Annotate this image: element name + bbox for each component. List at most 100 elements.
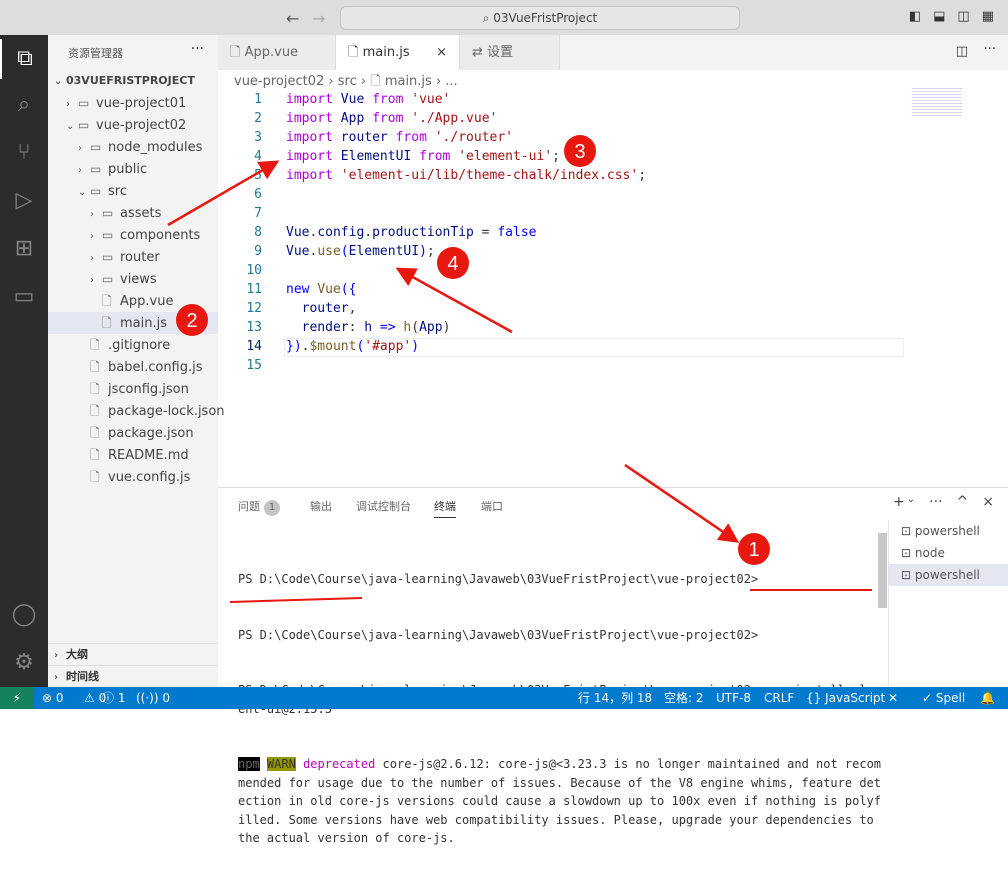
folder-item[interactable]: › ▭ components — [48, 224, 218, 246]
terminal-item[interactable]: ⊡ node — [889, 542, 1008, 564]
maximize-panel-button[interactable]: ^ — [957, 494, 969, 510]
terminal-line: PS D:\Code\Course\java-learning\Javaweb\… — [238, 572, 759, 586]
code-token: '#app' — [364, 339, 412, 354]
notifications-bell-icon[interactable]: 🔔 — [980, 687, 995, 709]
code-line: render: h => h(App) — [286, 320, 451, 335]
account-icon[interactable]: ◯ — [0, 595, 48, 635]
tab-settings[interactable]: ⇄ 设置 — [460, 35, 560, 70]
tab-problems[interactable]: 问题 1 — [238, 498, 280, 516]
back-button[interactable]: ← — [286, 9, 299, 28]
folder-item[interactable]: › ▭ vue-project01 — [48, 92, 218, 114]
spell-check[interactable]: ✓ Spell — [922, 687, 965, 709]
close-icon[interactable]: × — [436, 35, 447, 70]
toggle-sidebar-icon[interactable]: ◧ — [909, 9, 921, 24]
outline-section[interactable]: › 大纲 — [48, 643, 218, 665]
tab-terminal[interactable]: 终端 — [434, 498, 456, 518]
minimap[interactable] — [912, 88, 962, 118]
breadcrumb: vue-project02 › src › 🗋 main.js › ... — [234, 74, 458, 89]
folder-item[interactable]: › ▭ public — [48, 158, 218, 180]
source-control-icon[interactable]: ⑂ — [0, 133, 48, 173]
tab-output[interactable]: 输出 — [310, 498, 332, 514]
search-icon[interactable]: ⌕ — [0, 85, 48, 125]
item-label: views — [120, 272, 157, 287]
file-item[interactable]: 🗋 jsconfig.json — [48, 378, 218, 400]
folder-item[interactable]: › ▭ node_modules — [48, 136, 218, 158]
command-center-search[interactable]: ⌕ 03VueFristProject — [340, 6, 740, 30]
remote-button[interactable]: ⚡ — [0, 687, 34, 709]
code-token: ; — [426, 244, 435, 259]
folder-item[interactable]: ⌄ 03VUEFRISTPROJECT — [48, 70, 218, 92]
breadcrumb-item[interactable]: main.js — [385, 74, 432, 89]
breadcrumb-item[interactable]: vue-project02 — [234, 74, 324, 89]
file-item[interactable]: 🗋 README.md — [48, 444, 218, 466]
file-item[interactable]: 🗋 App.vue — [48, 290, 218, 312]
code-line: Vue.use(ElementUI); — [286, 244, 435, 259]
line-number: 11 — [246, 282, 262, 297]
search-text: 03VueFristProject — [493, 11, 598, 25]
code-token: './App.vue' — [411, 111, 498, 126]
errors-indicator[interactable]: ⊗ 0 — [42, 687, 64, 709]
copilot-icon[interactable]: ✕ — [888, 687, 898, 709]
language-mode[interactable]: {} JavaScript — [806, 687, 885, 709]
line-number: 10 — [246, 263, 262, 278]
file-item[interactable]: 🗋 vue.config.js — [48, 466, 218, 488]
file-item[interactable]: 🗋 babel.config.js — [48, 356, 218, 378]
npm-tag: npm — [238, 757, 260, 771]
info-indicator[interactable]: ⓘ 1 — [102, 687, 125, 709]
code-token: from — [372, 111, 412, 126]
item-label: router — [120, 250, 160, 265]
chevron-down-icon[interactable]: ⌄ — [907, 494, 915, 510]
folder-item[interactable]: › ▭ assets — [48, 202, 218, 224]
code-token: ({ — [340, 282, 357, 297]
tab-app-vue[interactable]: 🗋 App.vue — [218, 35, 336, 70]
file-item[interactable]: 🗋 package.json — [48, 422, 218, 444]
tab-debug-console[interactable]: 调试控制台 — [356, 498, 411, 514]
more-actions-icon[interactable]: ··· — [984, 42, 996, 57]
folder-icon: ▭ — [102, 250, 114, 264]
forward-button[interactable]: → — [312, 9, 325, 28]
remote-explorer-icon[interactable]: ▭ — [0, 277, 48, 317]
item-label: vue.config.js — [108, 470, 191, 485]
file-item[interactable]: 🗋 package-lock.json — [48, 400, 225, 422]
folder-icon: ▭ — [102, 206, 114, 220]
line-number: 3 — [254, 130, 262, 145]
file-item[interactable]: 🗋 main.js — [48, 312, 218, 334]
cursor-position[interactable]: 行 14，列 18 — [578, 687, 652, 709]
file-icon: 🗋 — [230, 45, 245, 60]
more-actions-button[interactable]: ··· — [191, 41, 204, 57]
folder-icon: ▭ — [90, 140, 102, 154]
ports-indicator[interactable]: ((·)) 0 — [136, 687, 170, 709]
split-editor-icon[interactable]: ◫ — [956, 44, 968, 59]
close-panel-button[interactable]: × — [982, 494, 994, 510]
timeline-section[interactable]: › 时间线 — [48, 665, 218, 687]
terminal-item[interactable]: ⊡ powershell — [889, 520, 1008, 542]
line-number: 5 — [254, 168, 262, 183]
line-ending[interactable]: CRLF — [764, 687, 794, 709]
customize-layout-icon[interactable]: ▦ — [982, 9, 994, 24]
folder-item[interactable]: ⌄ ▭ src — [48, 180, 218, 202]
indentation[interactable]: 空格: 2 — [664, 687, 704, 709]
terminal-scrollbar[interactable] — [878, 533, 887, 608]
terminal-item[interactable]: ⊡ powershell — [889, 564, 1008, 586]
code-token: import — [286, 149, 341, 164]
run-debug-icon[interactable]: ▷ — [0, 181, 48, 221]
folder-icon: ▭ — [90, 162, 102, 176]
breadcrumb-item[interactable]: src — [338, 74, 357, 89]
folder-item[interactable]: › ▭ views — [48, 268, 218, 290]
files-icon[interactable]: ⧉ — [0, 39, 48, 79]
extensions-icon[interactable]: ⊞ — [0, 229, 48, 269]
more-actions-button[interactable]: ··· — [929, 494, 942, 510]
tab-main-js[interactable]: 🗋 main.js × — [336, 35, 460, 70]
file-item[interactable]: 🗋 .gitignore — [48, 334, 218, 356]
breadcrumb-item[interactable]: ... — [445, 74, 457, 89]
new-terminal-button[interactable]: + — [893, 494, 905, 510]
folder-icon: ▭ — [78, 118, 90, 132]
folder-item[interactable]: › ▭ router — [48, 246, 218, 268]
folder-item[interactable]: ⌄ ▭ vue-project02 — [48, 114, 218, 136]
settings-gear-icon[interactable]: ⚙ — [0, 643, 48, 683]
toggle-panel-icon[interactable]: ⬓ — [933, 9, 945, 24]
outline-label: 大纲 — [66, 648, 88, 661]
toggle-secondary-sidebar-icon[interactable]: ◫ — [957, 9, 969, 24]
encoding[interactable]: UTF-8 — [716, 687, 751, 709]
tab-ports[interactable]: 端口 — [481, 498, 503, 514]
